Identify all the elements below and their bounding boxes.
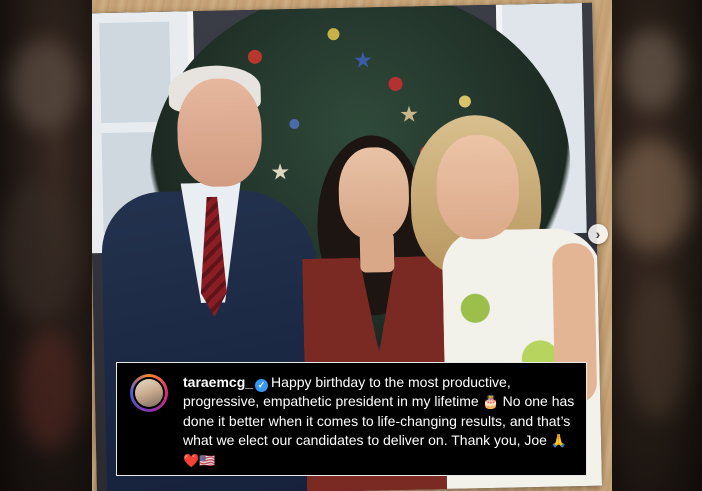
username-link[interactable]: taraemcg_ (183, 374, 253, 390)
caption-text: taraemcg_ ✓ Happy birthday to the most pro… (183, 373, 577, 471)
star-ornament-icon: ★ (398, 101, 420, 127)
blurred-background-left (0, 0, 92, 491)
star-ornament-icon: ★ (270, 159, 291, 185)
star-ornament-icon: ★ (352, 47, 374, 73)
post-caption-box: taraemcg_ ✓ Happy birthday to the most pro… (116, 362, 587, 476)
verified-badge-icon: ✓ (255, 379, 269, 392)
avatar[interactable] (130, 374, 168, 412)
cake-emoji: 🎂 (482, 395, 499, 410)
profile-picture (135, 379, 163, 407)
chevron-right-icon: › (595, 226, 601, 242)
carousel-next-button[interactable]: › (588, 224, 608, 244)
blurred-background-right (612, 0, 702, 491)
post-screenshot: ★ ★ ★ › taraemcg_ ✓ Happy birthday to th… (0, 0, 702, 491)
